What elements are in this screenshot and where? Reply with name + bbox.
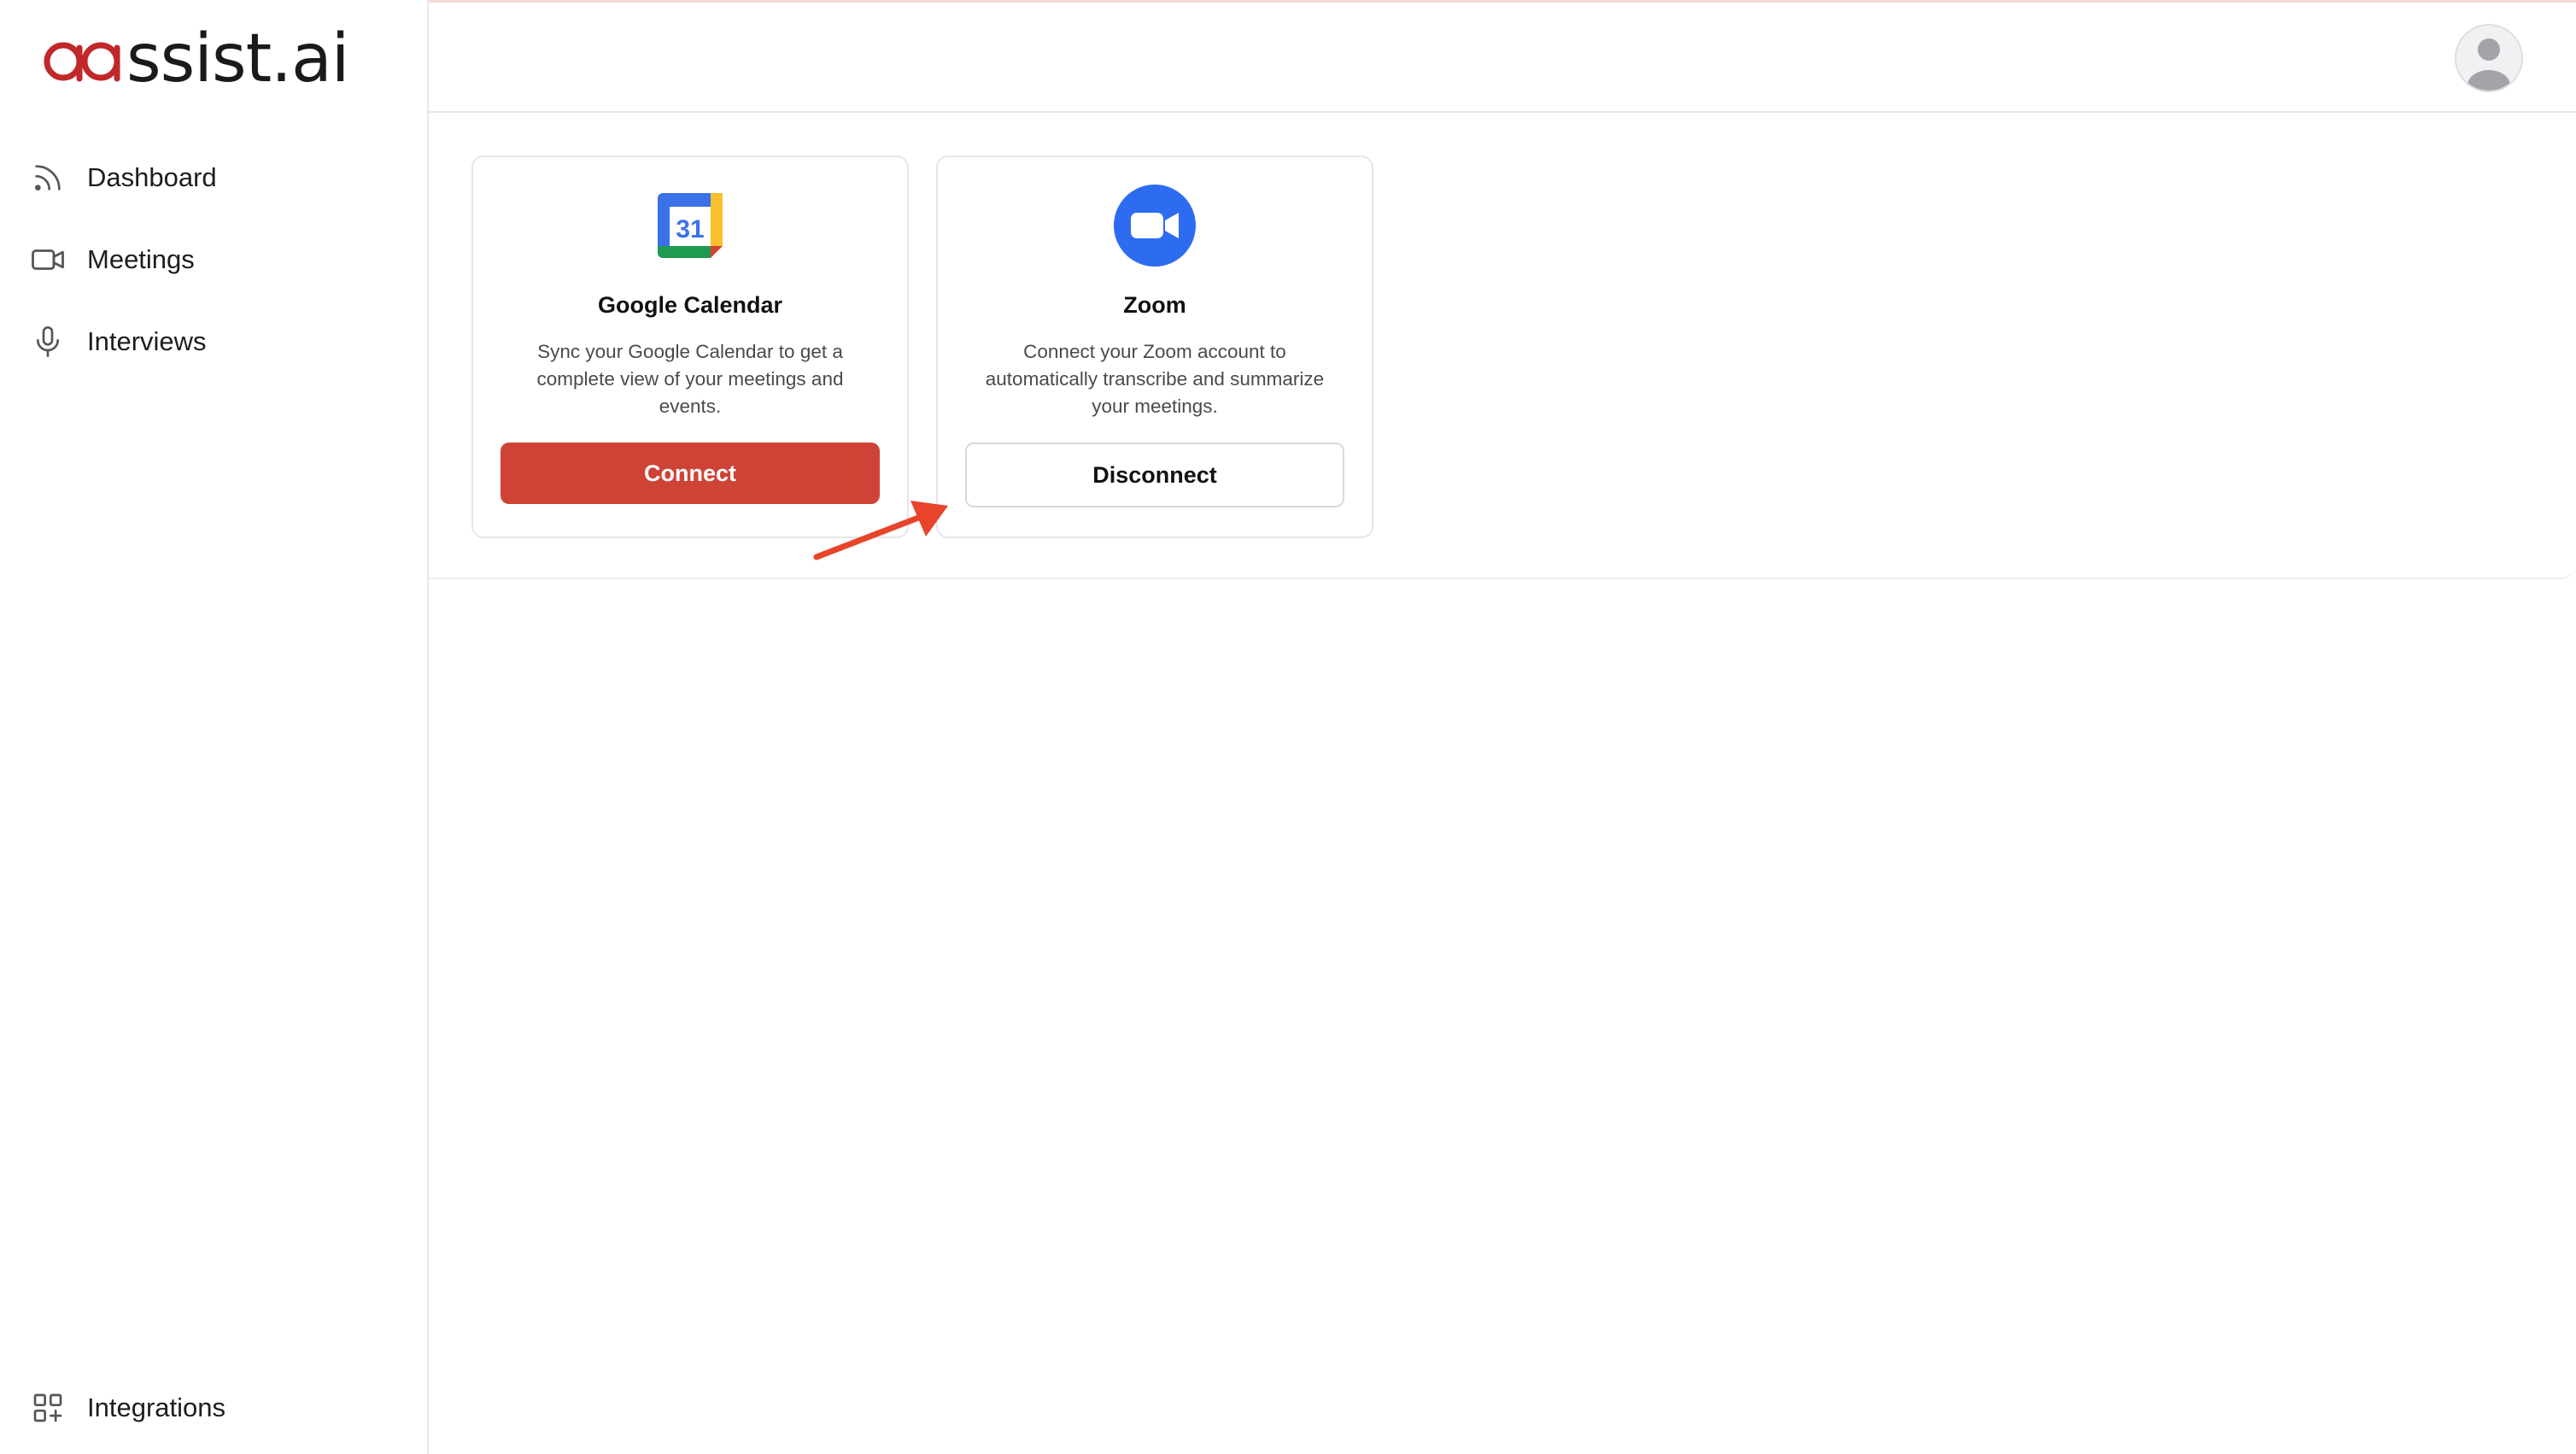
integration-description: Connect your Zoom account to automatical… [985, 341, 1325, 417]
calendar-day-number: 31 [676, 215, 704, 243]
connect-button[interactable]: Connect [501, 443, 880, 504]
brand-logo[interactable]: ssist.ai [43, 15, 349, 97]
top-header [429, 0, 2576, 113]
integration-title: Google Calendar [597, 292, 783, 318]
sidebar-item-integrations[interactable]: Integrations [0, 1367, 427, 1449]
sidebar-item-dashboard[interactable]: Dashboard [0, 137, 427, 219]
sidebar-item-label: Interviews [87, 326, 207, 356]
microphone-icon [29, 323, 67, 361]
integrations-panel: 31 Google Calendar Sync your Google Cale… [429, 113, 2576, 579]
disconnect-button[interactable]: Disconnect [965, 443, 1344, 507]
sidebar-bottom: Integrations [0, 1367, 427, 1449]
zoom-icon [1114, 185, 1196, 267]
grid-plus-icon [29, 1389, 67, 1427]
integration-card-zoom: Zoom Connect your Zoom account to automa… [936, 155, 1373, 538]
user-avatar-icon[interactable] [2455, 24, 2523, 92]
sidebar: ssist.ai Dashboard Meetings Interviews I… [0, 0, 429, 1454]
sidebar-item-label: Meetings [87, 244, 195, 274]
app-window: ssist.ai Dashboard Meetings Interviews I… [0, 0, 2576, 1454]
sidebar-item-label: Dashboard [87, 162, 217, 192]
sidebar-item-interviews[interactable]: Interviews [0, 301, 427, 383]
logo-text: ssist.ai [126, 21, 349, 97]
sidebar-item-meetings[interactable]: Meetings [0, 219, 427, 301]
integration-description: Sync your Google Calendar to get a compl… [536, 341, 844, 417]
sidebar-item-label: Integrations [87, 1392, 225, 1422]
integration-card-google-calendar: 31 Google Calendar Sync your Google Cale… [471, 155, 909, 538]
integration-title: Zoom [1123, 292, 1186, 318]
video-camera-icon [29, 241, 67, 278]
google-calendar-icon: 31 [649, 185, 731, 267]
sidebar-nav: Dashboard Meetings Interviews [0, 137, 427, 383]
rss-feed-icon [29, 159, 67, 196]
logo-mark-icon [43, 39, 125, 84]
